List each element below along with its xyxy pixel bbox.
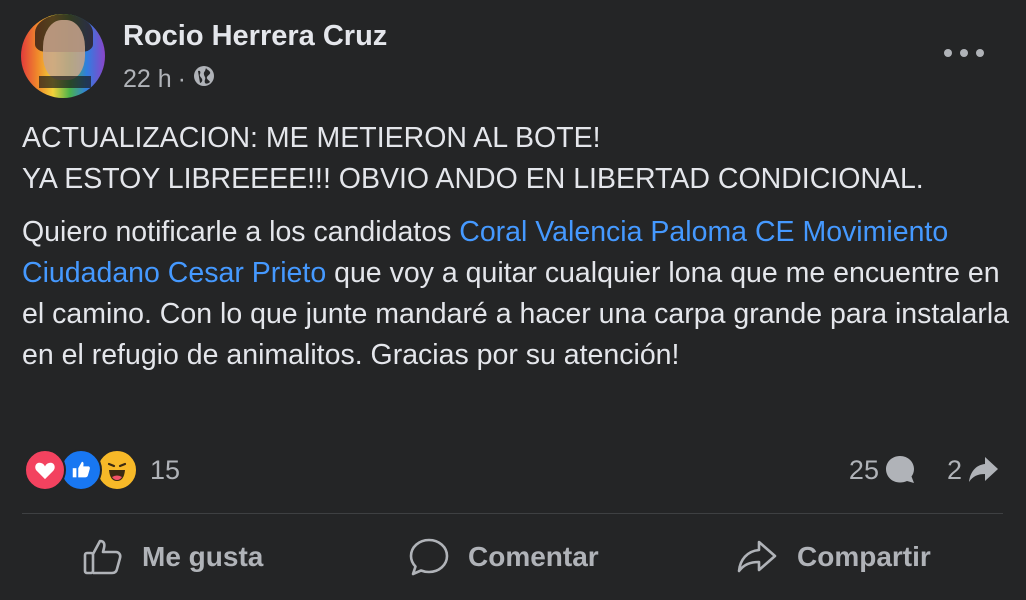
reactions-summary[interactable]: 15 [24,449,181,491]
avatar-love-band [39,76,91,88]
post-stats: 25 2 [849,450,1000,490]
share-button[interactable]: Compartir [735,524,931,590]
share-button-label: Compartir [797,541,931,572]
share-icon [737,540,777,573]
thumbs-up-icon [83,539,122,575]
avatar[interactable] [21,14,105,98]
post-card: Rocio Herrera Cruz 22 h · ACTUALIZACION:… [0,0,1026,600]
comment-button-label: Comentar [468,541,599,572]
comment-icon [409,538,449,576]
post-time[interactable]: 22 h [123,65,172,94]
meta-separator: · [177,65,186,93]
post-text: ACTUALIZACION: ME METIERON AL BOTE! YA E… [22,118,1012,376]
comment-count: 25 [848,454,879,485]
post-meta: 22 h · [123,64,216,95]
like-reaction-icon [60,449,102,491]
comment-bubble-icon [885,456,914,483]
like-button[interactable]: Me gusta [82,524,263,590]
more-dots-icon[interactable] [944,38,984,68]
love-reaction-icon [24,449,66,491]
share-count-group[interactable]: 2 [947,454,1000,486]
divider [22,513,1003,514]
post-line-2: YA ESTOY LIBREEEE!!! OBVIO ANDO EN LIBER… [22,163,924,195]
like-button-label: Me gusta [142,541,264,572]
post-line-1: ACTUALIZACION: ME METIERON AL BOTE! [22,122,601,154]
reaction-count: 15 [150,454,181,485]
share-count: 2 [946,454,962,485]
avatar-face [43,20,85,80]
globe-icon [192,64,216,95]
post-paragraph-2: Quiero notificarle a los candidatos Cora… [22,212,1012,376]
share-arrow-icon [969,457,998,482]
paragraph-2-intro: Quiero notificarle a los candidatos [22,216,460,248]
comment-button[interactable]: Comentar [408,524,599,590]
haha-reaction-icon [96,449,138,491]
comment-count-group[interactable]: 25 [849,454,917,486]
author-name[interactable]: Rocio Herrera Cruz [123,20,387,53]
action-bar: Me gusta Comentar Compartir [0,524,1026,590]
post-paragraph-1: ACTUALIZACION: ME METIERON AL BOTE! YA E… [22,118,1012,200]
tag-link-coral[interactable]: Coral Valencia Paloma CE [459,216,794,248]
